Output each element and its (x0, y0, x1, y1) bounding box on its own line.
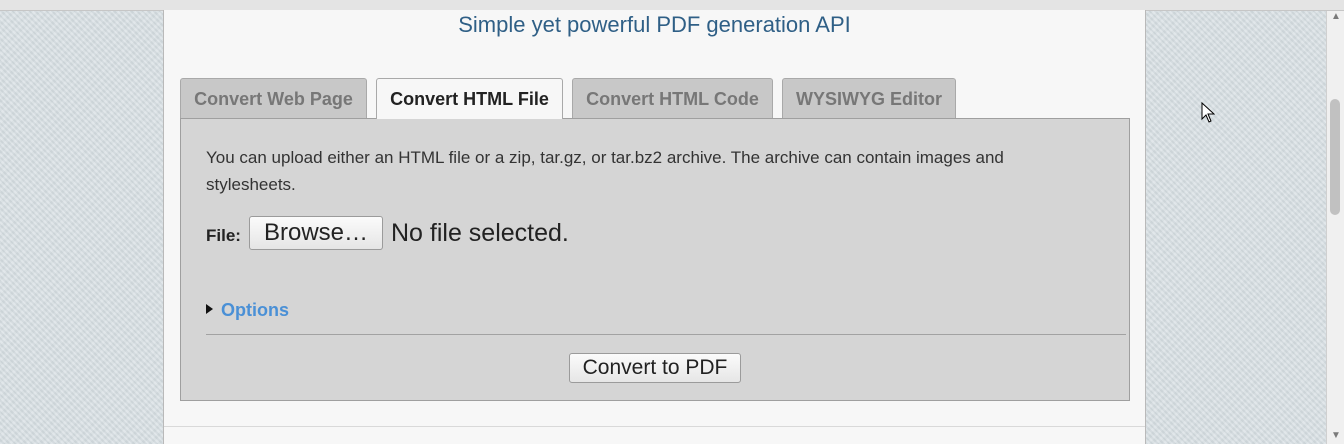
convert-to-pdf-button[interactable]: Convert to PDF (569, 353, 741, 383)
tab-convert-html-file[interactable]: Convert HTML File (376, 78, 563, 119)
mouse-cursor-icon (1201, 102, 1215, 123)
upload-description: You can upload either an HTML file or a … (206, 148, 1004, 194)
page-subtitle: Simple yet powerful PDF generation API (458, 12, 851, 37)
content-page: Simple yet powerful PDF generation API C… (163, 10, 1146, 444)
file-label: File: (206, 226, 241, 245)
file-status: No file selected. (391, 219, 569, 247)
page-bottom-divider (164, 426, 1145, 427)
options-label: Options (221, 300, 289, 320)
triangle-right-icon (206, 304, 213, 314)
tab-wysiwyg-editor[interactable]: WYSIWYG Editor (782, 78, 956, 118)
options-divider (206, 334, 1126, 335)
vertical-scrollbar[interactable]: ▲ ▼ (1326, 11, 1344, 444)
browse-button[interactable]: Browse… (249, 216, 383, 250)
tab-convert-html-code[interactable]: Convert HTML Code (572, 78, 773, 118)
scroll-up-arrow-icon[interactable]: ▲ (1331, 12, 1341, 22)
scrollbar-thumb[interactable] (1330, 99, 1340, 215)
convert-html-file-panel: You can upload either an HTML file or a … (180, 118, 1130, 401)
tab-convert-web-page[interactable]: Convert Web Page (180, 78, 367, 118)
scroll-down-arrow-icon[interactable]: ▼ (1331, 431, 1341, 441)
